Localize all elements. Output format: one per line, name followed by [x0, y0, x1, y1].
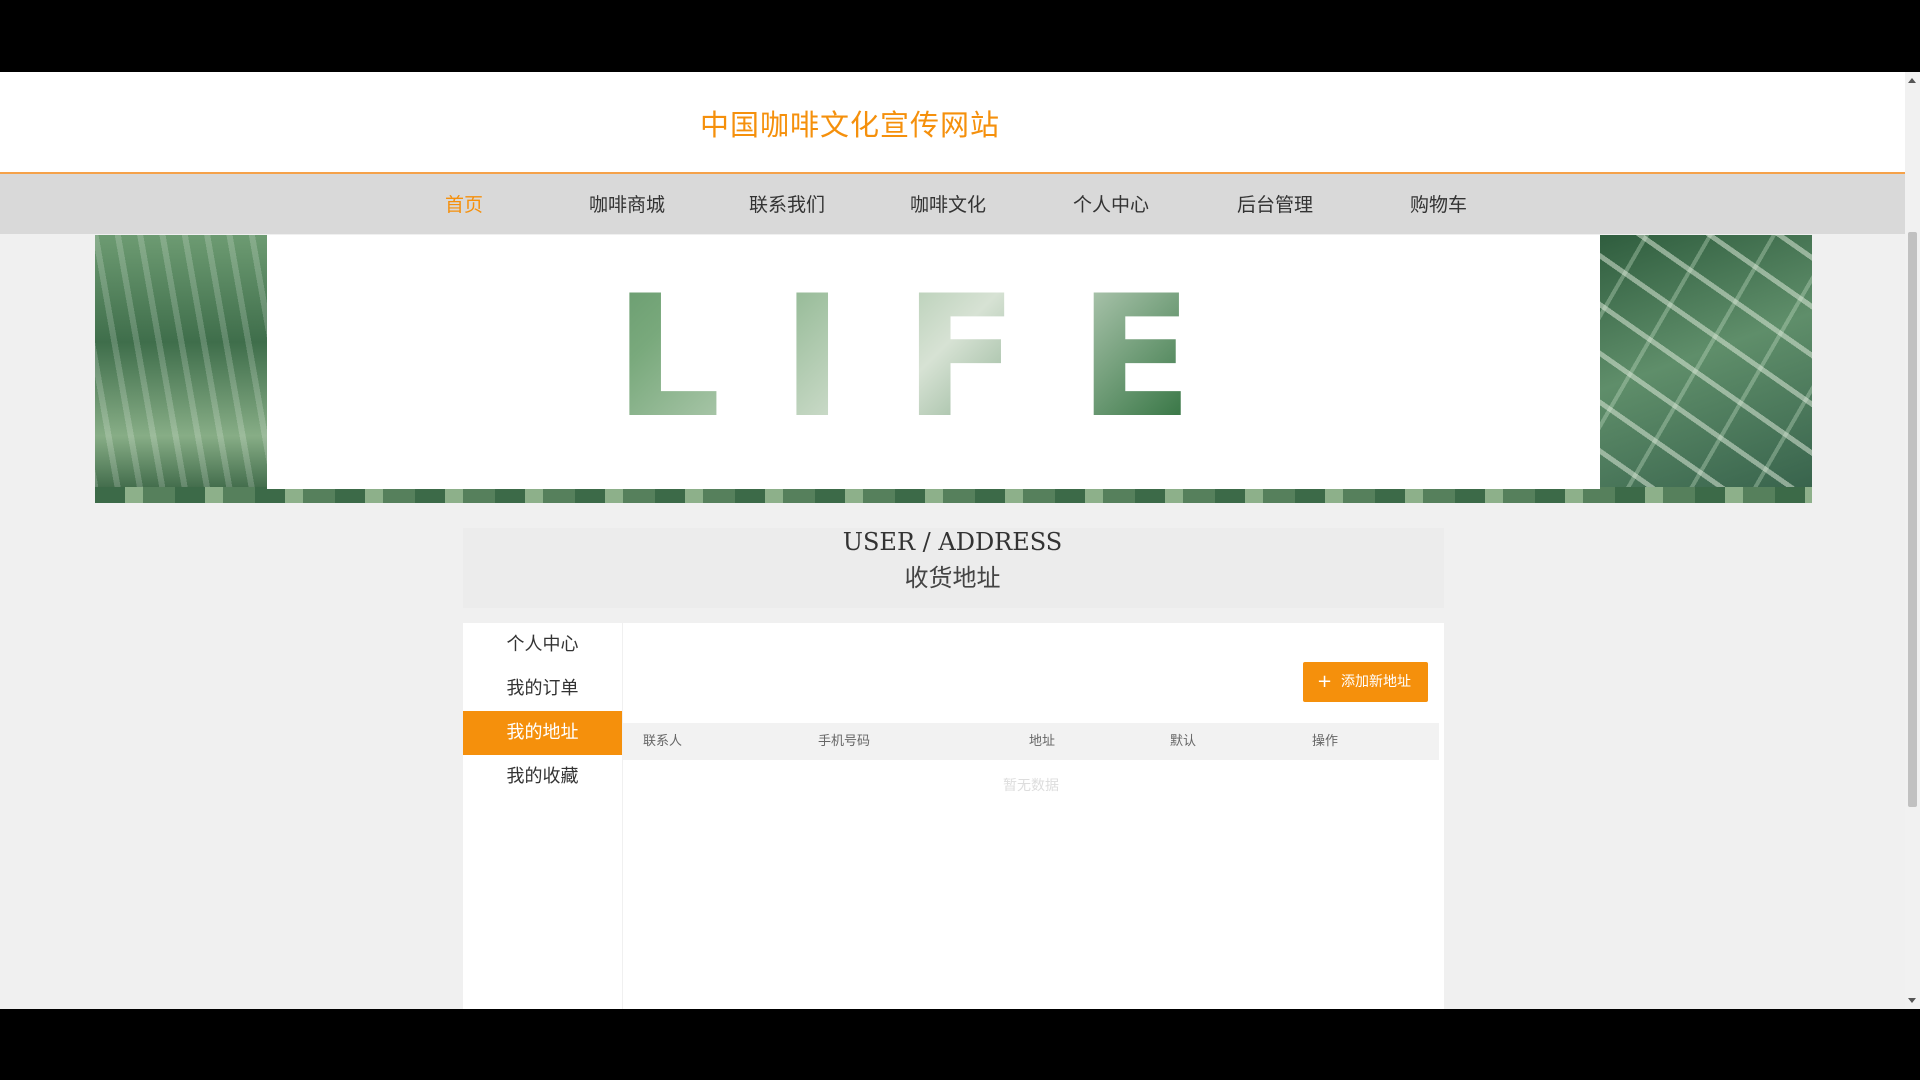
nav-item-cart[interactable]: 购物车	[1410, 190, 1467, 217]
nav-item-contact-us[interactable]: 联系我们	[749, 190, 825, 217]
add-address-button[interactable]: + 添加新地址	[1303, 662, 1428, 702]
vertical-scrollbar[interactable]	[1905, 72, 1920, 1009]
nav-item-personal-center[interactable]: 个人中心	[1073, 190, 1149, 217]
nav-item-admin[interactable]: 后台管理	[1237, 190, 1313, 217]
address-table-header: 联系人 手机号码 地址 默认 操作	[623, 723, 1439, 760]
sidebar-item-my-orders[interactable]: 我的订单	[463, 667, 622, 711]
column-header-actions: 操作	[1312, 734, 1339, 749]
banner-leaf-image-left	[95, 235, 267, 503]
scroll-up-arrow-icon[interactable]	[1908, 78, 1916, 83]
screen-letterbox-bottom	[0, 1009, 1920, 1080]
screen-letterbox-top	[0, 0, 1920, 72]
banner-carousel[interactable]: LIFE	[95, 235, 1812, 503]
sidebar-item-my-favorites[interactable]: 我的收藏	[463, 755, 622, 799]
user-sidebar: 个人中心 我的订单 我的地址 我的收藏	[463, 623, 622, 1009]
table-empty-text: 暂无数据	[1003, 778, 1059, 794]
column-header-default: 默认	[1170, 734, 1197, 749]
nav-item-coffee-shop[interactable]: 咖啡商城	[589, 190, 665, 217]
main-nav: 首页 咖啡商城 联系我们 咖啡文化 个人中心 后台管理 购物车	[0, 174, 1905, 234]
address-panel: + 添加新地址 联系人 手机号码 地址 默认 操作 暂无数据	[623, 623, 1444, 1009]
section-title-zh: 收货地址	[904, 564, 1001, 592]
sidebar-item-personal-center[interactable]: 个人中心	[463, 623, 622, 667]
add-address-label: 添加新地址	[1341, 674, 1411, 690]
banner-word: LIFE	[267, 273, 1600, 441]
plus-icon: +	[1317, 671, 1333, 692]
banner-leaf-strip	[95, 487, 1812, 503]
site-header: 中国咖啡文化宣传网站	[0, 72, 1905, 174]
column-header-contact: 联系人	[643, 734, 683, 749]
column-header-phone: 手机号码	[818, 734, 871, 749]
scrollbar-thumb[interactable]	[1908, 232, 1917, 807]
banner-leaf-image-right	[1600, 235, 1812, 503]
nav-item-coffee-culture[interactable]: 咖啡文化	[910, 190, 986, 217]
column-header-address: 地址	[1029, 734, 1056, 749]
section-title-en: USER / ADDRESS	[842, 528, 1063, 556]
banner-slide: LIFE	[267, 235, 1600, 489]
browser-viewport: 中国咖啡文化宣传网站 首页 咖啡商城 联系我们 咖啡文化 个人中心 后台管理 购…	[0, 72, 1905, 1009]
site-title[interactable]: 中国咖啡文化宣传网站	[700, 102, 1000, 144]
scroll-down-arrow-icon[interactable]	[1908, 998, 1916, 1003]
nav-item-home[interactable]: 首页	[445, 190, 483, 217]
sidebar-item-my-address[interactable]: 我的地址	[463, 711, 622, 755]
section-title: USER / ADDRESS 收货地址	[0, 528, 1905, 608]
